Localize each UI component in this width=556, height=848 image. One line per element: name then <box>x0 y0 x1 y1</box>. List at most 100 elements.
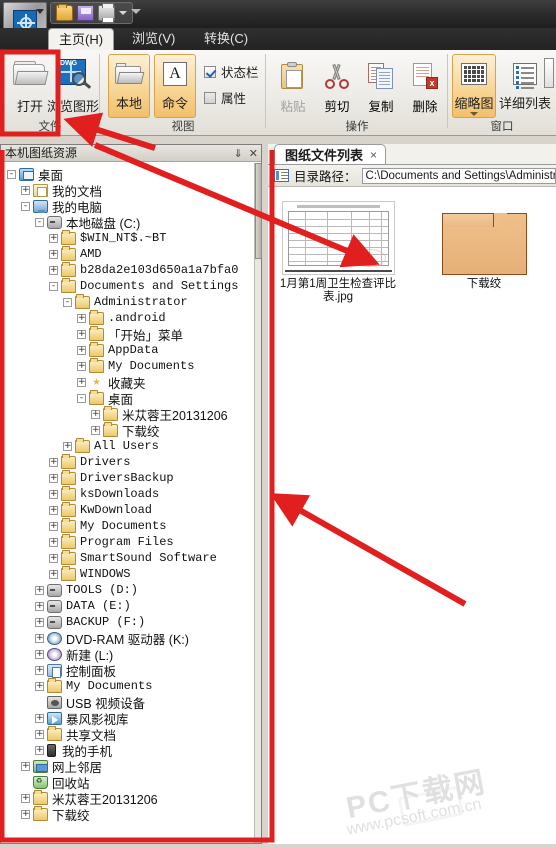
tree-item[interactable]: + 我的文档 <box>1 182 254 199</box>
collapse-icon[interactable]: - <box>77 393 86 403</box>
path-input[interactable]: C:\Documents and Settings\Administrat <box>361 167 556 184</box>
delete-button[interactable]: x 删除 <box>402 56 448 115</box>
expand-icon[interactable]: + <box>35 681 44 691</box>
expand-icon[interactable]: + <box>49 233 58 243</box>
checkbox-properties[interactable]: 属性 <box>204 88 246 107</box>
tree-item[interactable]: + AppData <box>1 341 254 358</box>
checkbox-icon[interactable] <box>204 65 216 78</box>
expand-icon[interactable]: + <box>77 345 86 355</box>
expand-icon[interactable]: + <box>49 521 58 531</box>
tree-item[interactable]: + Program Files <box>1 533 254 550</box>
expand-icon[interactable]: + <box>77 313 86 323</box>
tree-item[interactable]: + 「开始」菜单 <box>1 325 254 343</box>
expand-icon[interactable]: + <box>21 809 30 819</box>
tab-browse[interactable]: 浏览(V) <box>122 28 185 50</box>
tree-item[interactable]: - 本地磁盘 (C:) <box>1 214 254 231</box>
view-command-button[interactable]: 命令 <box>154 54 196 118</box>
open-icon[interactable] <box>56 4 73 21</box>
tab-drawing-file-list[interactable]: 图纸文件列表 × <box>274 144 387 164</box>
expand-icon[interactable]: + <box>21 793 30 803</box>
paste-button[interactable]: 粘贴 <box>270 56 316 115</box>
checkbox-statusbar[interactable]: 状态栏 <box>204 62 259 81</box>
tree-item[interactable]: + AMD <box>1 245 254 262</box>
cut-button[interactable]: 剪切 <box>314 56 360 115</box>
tree-item[interactable]: + DVD-RAM 驱动器 (K:) <box>1 630 254 647</box>
more-options-caret[interactable] <box>131 9 141 14</box>
tree-item[interactable]: + KwDownload <box>1 501 254 518</box>
cut-off-icon[interactable] <box>544 58 554 88</box>
collapse-icon[interactable]: - <box>21 201 30 211</box>
tree-item[interactable]: + ksDownloads <box>1 485 254 502</box>
tree-item[interactable]: + 共享文档 <box>1 725 254 743</box>
tree-item[interactable]: + Drivers <box>1 453 254 470</box>
tree-item[interactable]: + 下载绞 <box>1 805 254 823</box>
collapse-icon[interactable]: - <box>35 217 44 227</box>
expand-icon[interactable]: + <box>35 745 44 755</box>
tree-item[interactable]: - 桌面 <box>1 166 254 183</box>
tab-home[interactable]: 主页(H) <box>48 28 115 50</box>
expand-icon[interactable]: + <box>77 377 86 387</box>
tree-item[interactable]: + WINDOWS <box>1 565 254 582</box>
expand-icon[interactable]: + <box>35 665 44 675</box>
view-local-button[interactable]: 本地 <box>108 54 150 118</box>
expand-icon[interactable]: + <box>35 585 44 595</box>
browse-drawing-button[interactable]: DWG 浏览图形 <box>44 54 102 115</box>
expand-icon[interactable]: + <box>49 553 58 563</box>
tree-item[interactable]: + DATA (E:) <box>1 598 254 614</box>
scroll-thumb[interactable] <box>255 163 262 259</box>
tree-item[interactable]: + 暴风影视库 <box>1 710 254 727</box>
folder-tree[interactable]: - 桌面 + 我的文档 - 我的电脑 - 本地磁盘 (C:) + $WIN_NT$.~BT + AMD… <box>1 163 254 843</box>
tree-item[interactable]: + TOOLS (D:) <box>1 582 254 598</box>
tree-item[interactable]: + 新建 (L:) <box>1 646 254 663</box>
expand-icon[interactable]: + <box>49 473 58 483</box>
expand-icon[interactable]: + <box>49 537 58 547</box>
file-item-folder[interactable]: 下载绞 <box>420 193 548 291</box>
close-icon[interactable]: × <box>370 148 377 162</box>
tree-item[interactable]: + 我的手机 <box>1 742 254 759</box>
expand-icon[interactable]: + <box>49 489 58 499</box>
close-icon[interactable]: ✕ <box>249 147 258 160</box>
tree-item[interactable]: + 下载绞 <box>1 421 254 439</box>
expand-icon[interactable]: + <box>91 425 100 435</box>
expand-icon[interactable]: + <box>35 601 44 611</box>
expand-icon[interactable]: + <box>35 713 44 723</box>
checkbox-icon[interactable] <box>204 91 216 104</box>
tree-item[interactable]: - Documents and Settings <box>1 277 254 294</box>
expand-icon[interactable]: + <box>77 361 86 371</box>
collapse-icon[interactable]: - <box>63 297 72 307</box>
tab-convert[interactable]: 转换(C) <box>194 28 258 50</box>
expand-icon[interactable]: + <box>35 649 44 659</box>
tree-item[interactable]: + DriversBackup <box>1 469 254 486</box>
thumbnail-view-button[interactable]: 缩略图 <box>452 54 496 118</box>
collapse-icon[interactable]: - <box>49 281 58 291</box>
expand-icon[interactable]: + <box>77 329 86 339</box>
tree-scrollbar[interactable] <box>254 163 262 843</box>
copy-button[interactable]: 复制 <box>358 56 404 115</box>
expand-icon[interactable]: + <box>49 457 58 467</box>
tree-item[interactable]: + 网上邻居 <box>1 758 254 775</box>
tree-item[interactable]: + 米苁蓉王20131206 <box>1 789 254 807</box>
tree-item[interactable]: + 控制面板 <box>1 662 254 679</box>
expand-icon[interactable]: + <box>35 633 44 643</box>
chevron-down-icon[interactable] <box>470 112 478 116</box>
expand-icon[interactable]: + <box>35 617 44 627</box>
tree-item[interactable]: - Administrator <box>1 293 254 310</box>
expand-icon[interactable]: + <box>35 729 44 739</box>
tree-item[interactable]: + $WIN_NT$.~BT <box>1 229 254 246</box>
expand-icon[interactable]: + <box>63 441 72 451</box>
expand-icon[interactable]: + <box>49 265 58 275</box>
save-icon[interactable] <box>77 5 94 21</box>
expand-icon[interactable]: + <box>91 409 100 419</box>
expand-icon[interactable]: + <box>21 761 30 771</box>
expand-icon[interactable]: + <box>21 185 30 195</box>
print-icon[interactable] <box>98 3 115 23</box>
expand-icon[interactable]: + <box>49 249 58 259</box>
expand-icon[interactable]: + <box>49 505 58 515</box>
collapse-icon[interactable]: - <box>7 169 16 179</box>
tree-item[interactable]: + b28da2e103d650a1a7bfa0 <box>1 261 254 278</box>
tree-item[interactable]: + All Users <box>1 437 254 454</box>
chevron-down-icon[interactable] <box>119 11 127 15</box>
file-item-image[interactable]: 1月第1周卫生检查评比表.jpg <box>274 193 402 304</box>
pin-icon[interactable]: ⇓ <box>234 147 243 160</box>
tree-item[interactable]: + My Documents <box>1 517 254 534</box>
